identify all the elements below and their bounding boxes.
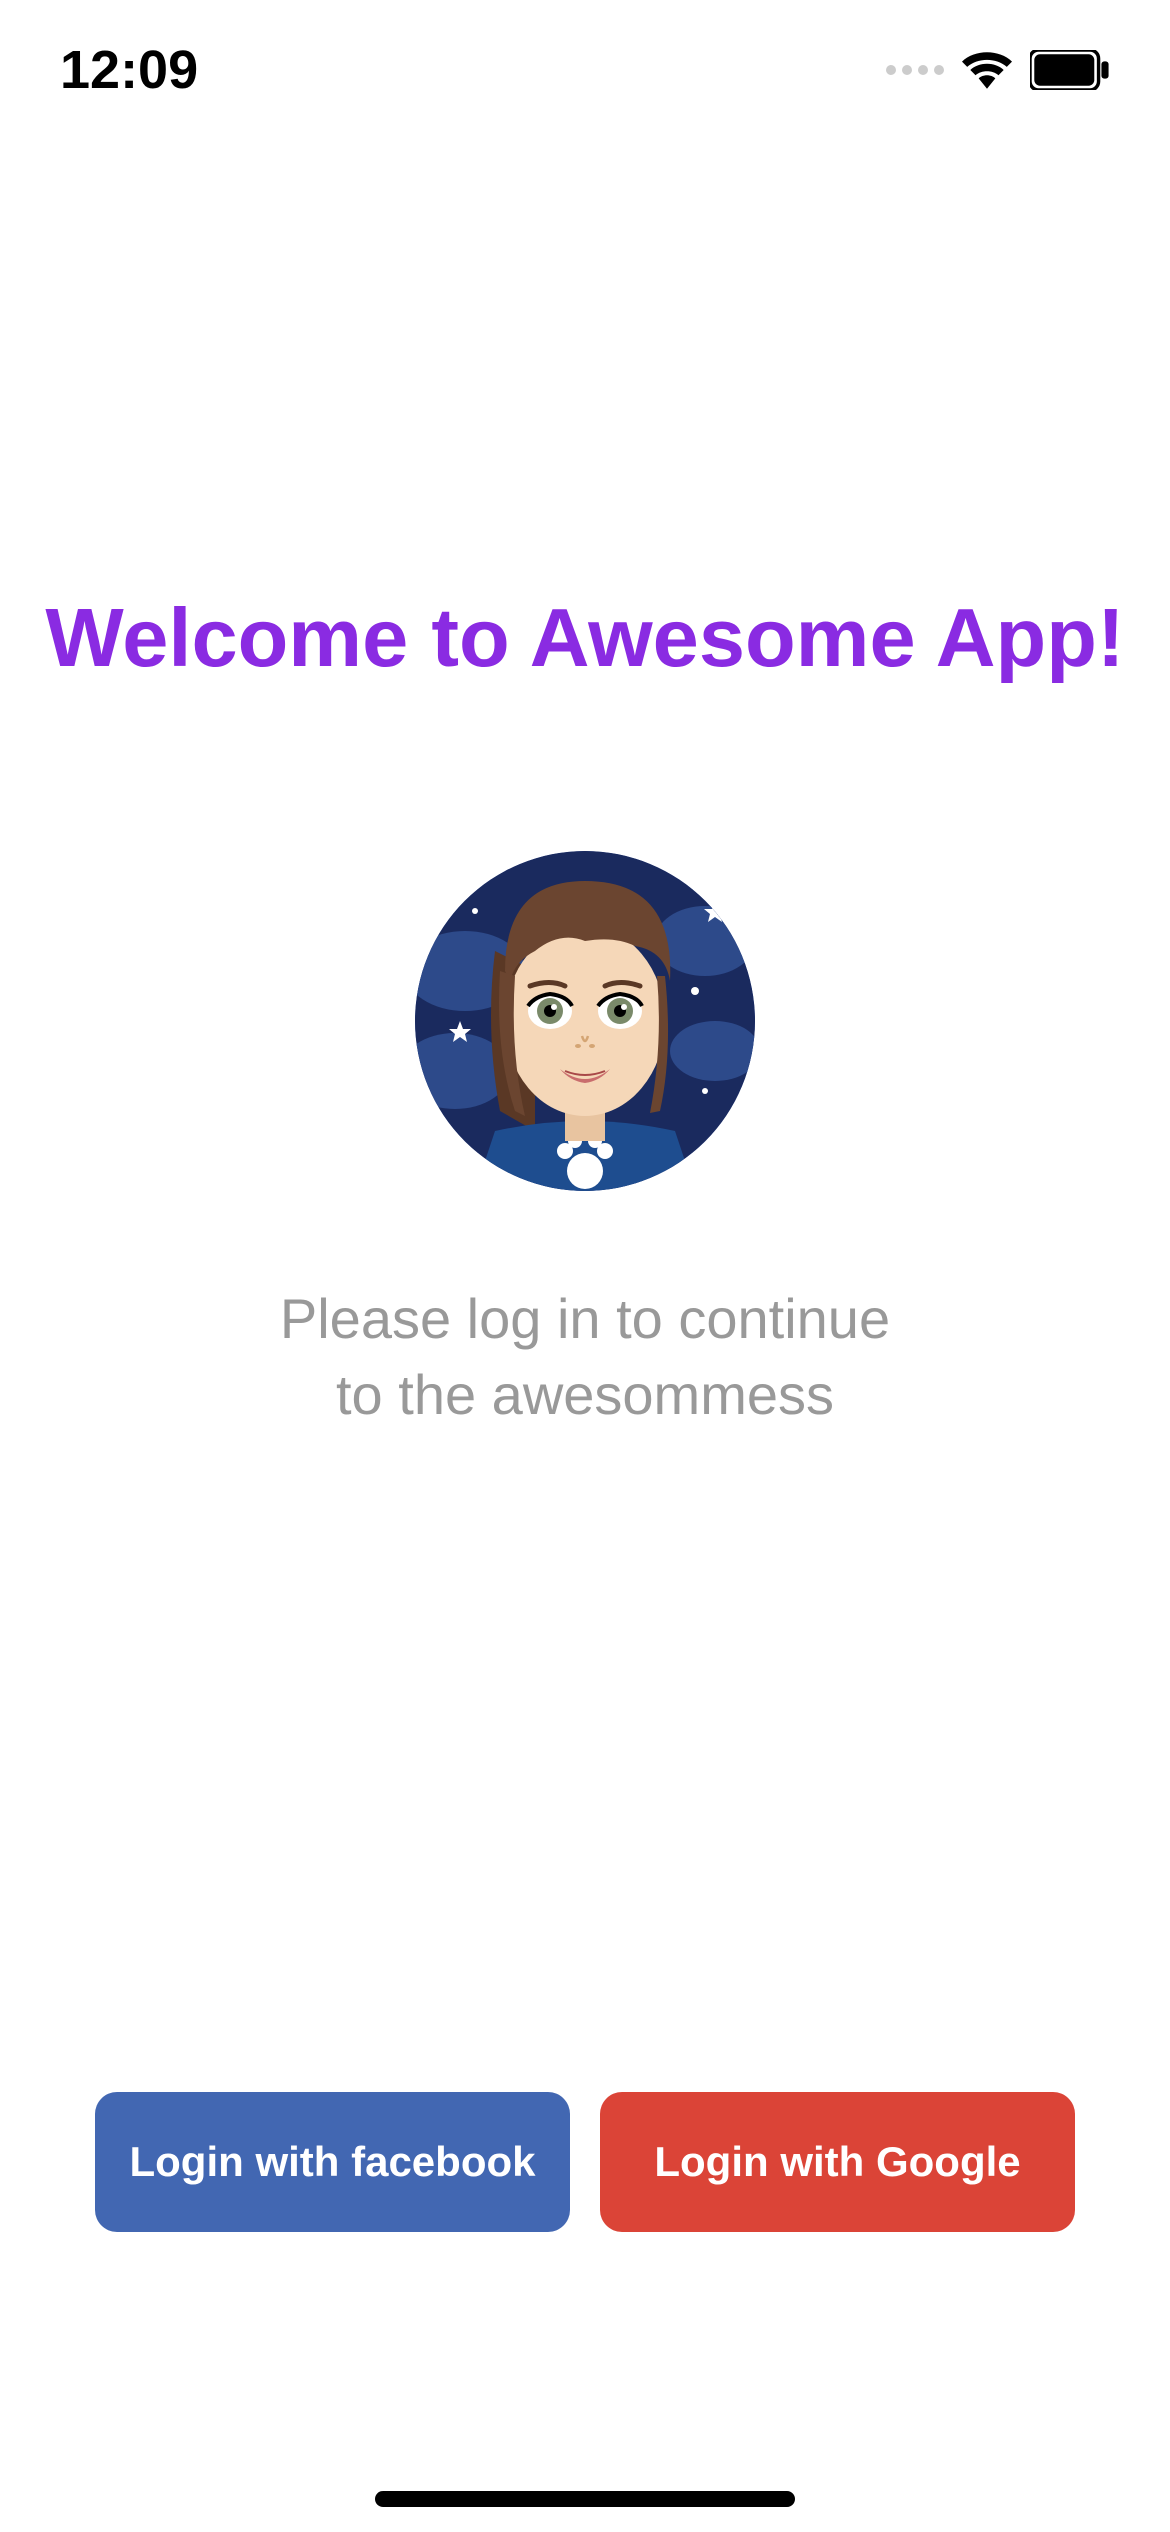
login-button-row: Login with facebook Login with Google xyxy=(0,2092,1170,2232)
avatar xyxy=(415,851,755,1191)
main-content: Welcome to Awesome App! xyxy=(0,0,1170,2532)
page-title: Welcome to Awesome App! xyxy=(45,590,1124,686)
subtitle: Please log in to continue to the awesomm… xyxy=(280,1281,890,1432)
login-google-button[interactable]: Login with Google xyxy=(600,2092,1075,2232)
home-indicator[interactable] xyxy=(375,2491,795,2507)
login-facebook-button[interactable]: Login with facebook xyxy=(95,2092,570,2232)
subtitle-line-2: to the awesommess xyxy=(280,1357,890,1433)
avatar-image-icon xyxy=(415,851,755,1191)
subtitle-line-1: Please log in to continue xyxy=(280,1281,890,1357)
